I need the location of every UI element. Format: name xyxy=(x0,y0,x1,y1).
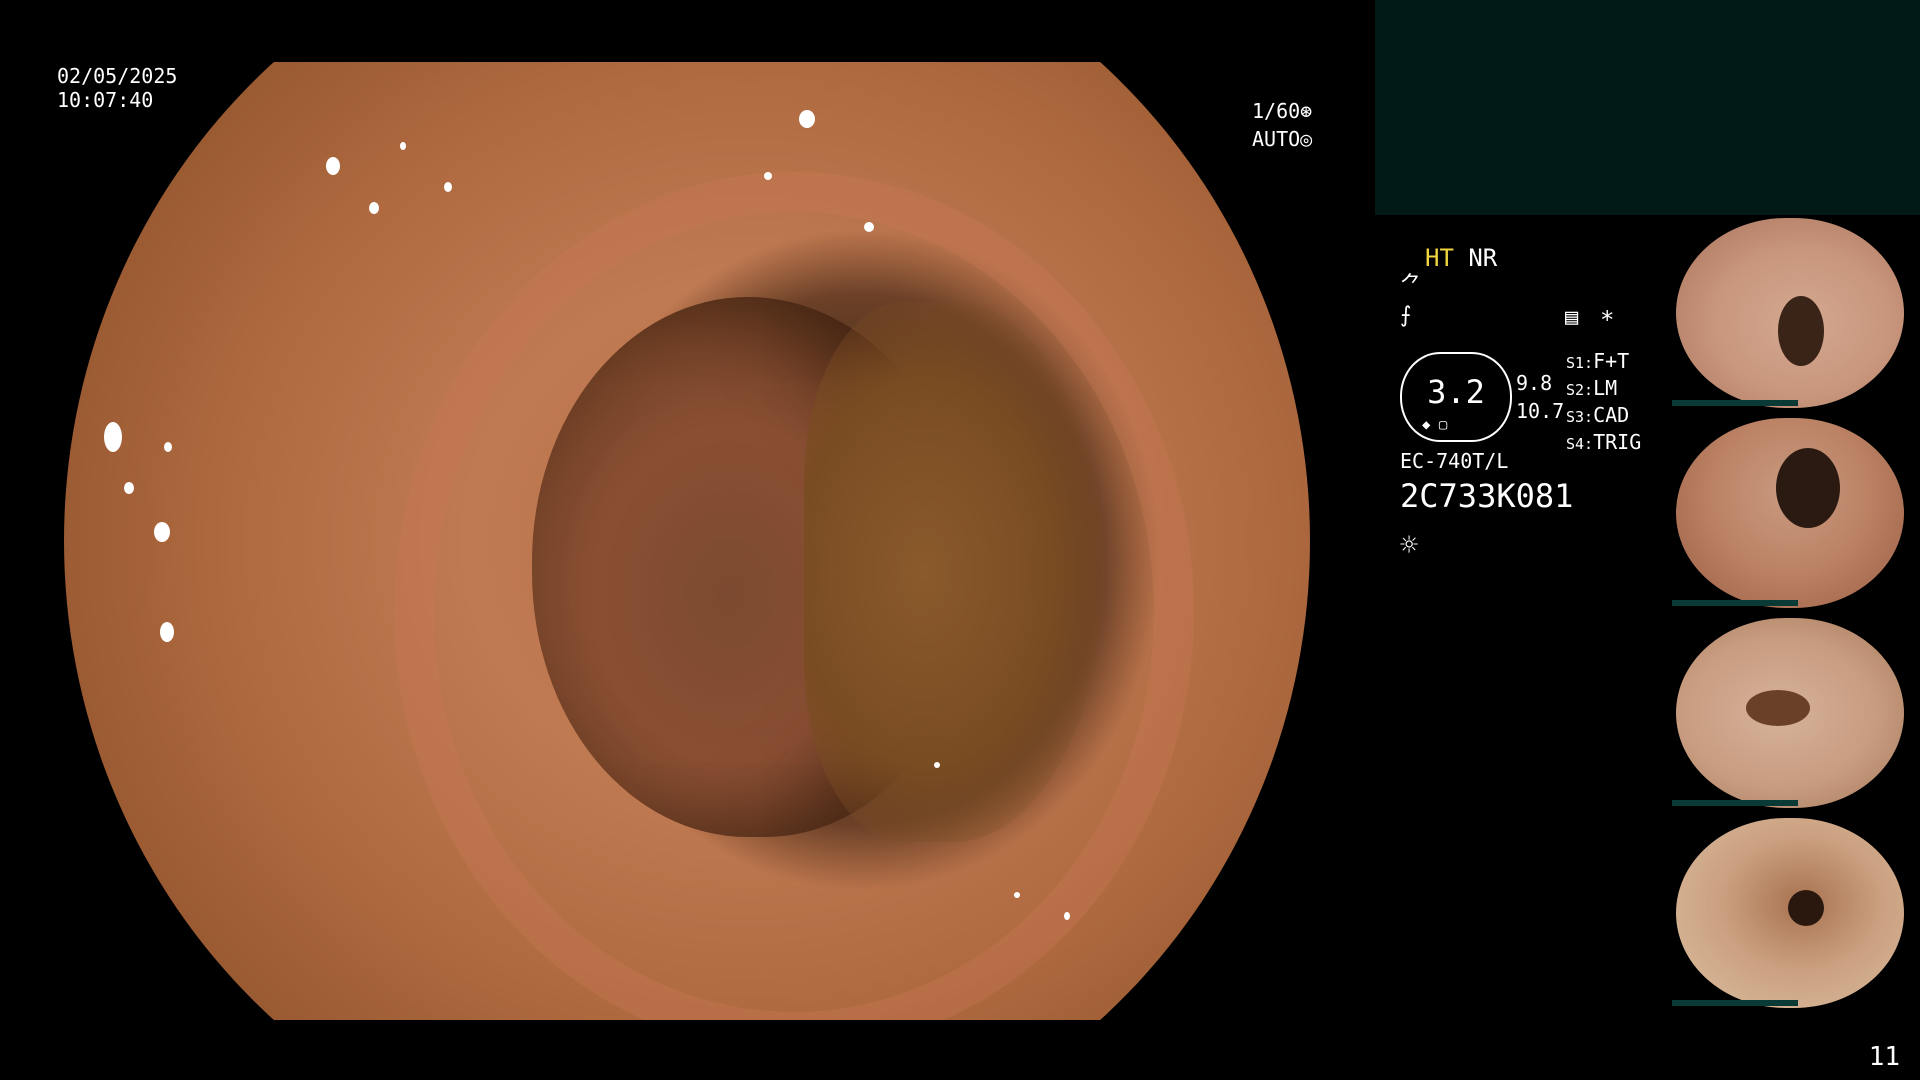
page-number: 11 xyxy=(1868,1042,1900,1072)
scope-model: EC-740T/L xyxy=(1400,449,1509,473)
capture-thumbnail[interactable] xyxy=(1672,218,1920,408)
gauge-value: 3.2 xyxy=(1427,373,1485,411)
specular-highlight xyxy=(160,622,174,642)
enhance-icon: ⨍ xyxy=(1400,303,1412,328)
gauge-icons: ◆ ▢ xyxy=(1422,417,1448,433)
specular-highlight xyxy=(164,442,172,452)
capture-thumbnail[interactable] xyxy=(1672,418,1920,608)
shutter-speed: 1/60⊛ xyxy=(1252,99,1312,123)
specular-highlight xyxy=(369,202,379,214)
iris-icon: ◎ xyxy=(1300,127,1313,151)
gauge-small-value-1: 9.8 xyxy=(1516,371,1553,395)
star-indicator: * xyxy=(1600,306,1615,334)
endoscopy-main-view xyxy=(64,62,1310,1020)
shutter-value: 1/60 xyxy=(1252,99,1301,123)
specular-highlight xyxy=(1014,892,1020,898)
specular-highlight xyxy=(444,182,452,192)
mode-indicators: HT NR xyxy=(1425,244,1497,272)
specular-highlight xyxy=(799,110,815,128)
gauge-small-value-2: 10.7 xyxy=(1516,399,1565,423)
specular-highlight xyxy=(1064,912,1070,920)
switch-item: S1:F+T xyxy=(1566,349,1630,373)
specular-highlight xyxy=(326,157,340,175)
specular-highlight xyxy=(934,762,940,768)
specular-highlight xyxy=(124,482,134,494)
memo-icon: ▤ xyxy=(1565,305,1579,330)
exposure-mode: AUTO◎ xyxy=(1252,127,1312,151)
switch-list: S1:F+T S2:LM S3:CAD S4:TRIG xyxy=(1566,349,1641,457)
nr-indicator: NR xyxy=(1468,244,1498,272)
switch-item: S2:LM xyxy=(1566,376,1618,400)
specular-highlight xyxy=(154,522,170,542)
light-icon: ☼ xyxy=(1400,528,1419,563)
exposure-mode-value: AUTO xyxy=(1252,127,1301,151)
info-panel-header xyxy=(1375,0,1920,215)
scope-serial: 2C733K081 xyxy=(1400,477,1574,515)
switch-item: S4:TRIG xyxy=(1566,430,1642,454)
aperture-icon: ⊛ xyxy=(1300,99,1313,123)
structure-icon: ⺈ xyxy=(1400,273,1423,298)
specular-highlight xyxy=(400,142,406,150)
mucosal-fold xyxy=(804,302,1104,842)
specular-highlight xyxy=(764,172,772,180)
zoom-gauge: 3.2 ◆ ▢ xyxy=(1400,352,1512,442)
specular-highlight xyxy=(864,222,874,232)
capture-thumbnail[interactable] xyxy=(1672,618,1920,808)
time-label: 10:07:40 xyxy=(57,88,154,112)
switch-item: S3:CAD xyxy=(1566,403,1630,427)
date-label: 02/05/2025 xyxy=(57,64,178,88)
specular-highlight xyxy=(104,422,122,452)
ht-indicator: HT xyxy=(1425,244,1454,272)
capture-thumbnail[interactable] xyxy=(1672,818,1920,1008)
